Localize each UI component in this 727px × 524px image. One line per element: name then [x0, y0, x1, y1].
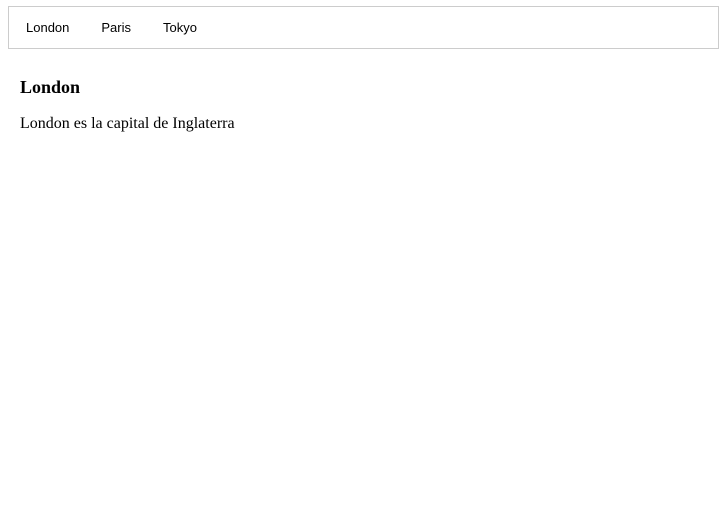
- tab-content-text: London es la capital de Inglaterra: [20, 115, 235, 132]
- tab-london[interactable]: London: [10, 7, 85, 48]
- tab-tokyo[interactable]: Tokyo: [147, 7, 213, 48]
- tab-content-title: London: [20, 77, 81, 97]
- tab-paris[interactable]: Paris: [85, 7, 147, 48]
- tab-content-panel: London London es la capital de Inglaterr…: [20, 74, 710, 134]
- tab-bar: London Paris Tokyo: [8, 6, 719, 49]
